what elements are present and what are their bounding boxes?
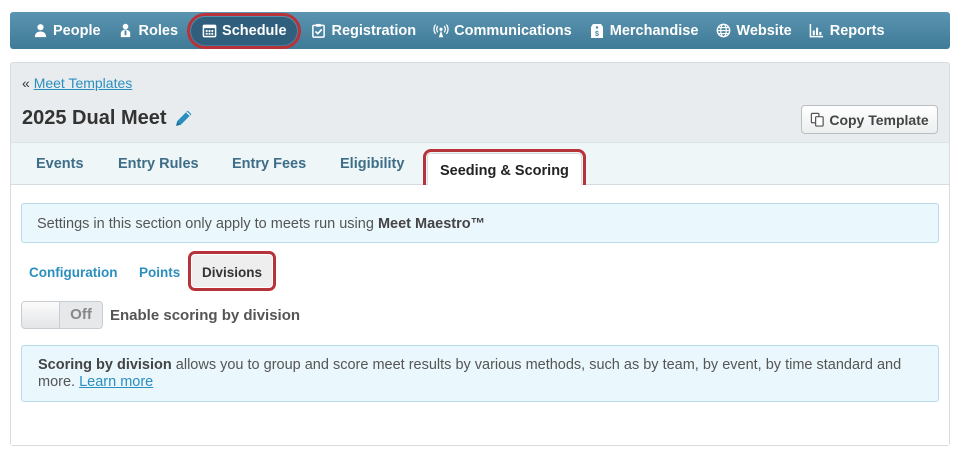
breadcrumb-link-meet-templates[interactable]: Meet Templates (34, 75, 133, 91)
tag-icon: $ (589, 23, 605, 39)
toggle-state: Off (60, 302, 102, 328)
nav-item-communications[interactable]: Communications (425, 17, 580, 45)
copy-template-button[interactable]: Copy Template (801, 105, 938, 134)
info-note-bold: Meet Maestro™ (377, 216, 486, 232)
nav-item-reports[interactable]: Reports (801, 17, 893, 45)
nav-item-label: Registration (331, 22, 417, 39)
clipboard-check-icon (311, 23, 327, 39)
nav-item-label: Website (736, 22, 792, 39)
nav-item-people[interactable]: People (24, 17, 109, 45)
tab-seeding-scoring[interactable]: Seeding & Scoring (423, 149, 586, 190)
tab-eligibility[interactable]: Eligibility (340, 156, 404, 172)
calendar-icon (201, 23, 217, 39)
template-tabs: Events Entry Rules Entry Fees Eligibilit… (11, 142, 949, 190)
toggle-knob (22, 302, 60, 328)
svg-text:$: $ (595, 31, 599, 38)
nav-item-label: Communications (454, 22, 572, 39)
nav-item-merchandise[interactable]: $ Merchandise (581, 17, 707, 45)
nav-item-website[interactable]: Website (707, 17, 799, 45)
nav-item-label: Roles (138, 22, 179, 39)
tab-events[interactable]: Events (36, 156, 84, 172)
info-note-text: Settings in this section only apply to m… (37, 216, 378, 232)
tab-entry-rules[interactable]: Entry Rules (118, 156, 199, 172)
subtab-divisions[interactable]: Divisions (187, 251, 277, 291)
copy-template-label: Copy Template (829, 111, 929, 128)
breadcrumb-prefix: « (22, 75, 30, 91)
meet-maestro-note: Settings in this section only apply to m… (21, 203, 939, 243)
subtab-points[interactable]: Points (139, 265, 180, 280)
pencil-icon[interactable] (173, 108, 194, 129)
nav-item-registration[interactable]: Registration (303, 17, 425, 45)
nav-item-label: Reports (829, 22, 885, 39)
template-panel: « Meet Templates 2025 Dual Meet Copy Tem… (10, 62, 950, 446)
roles-icon (118, 23, 134, 39)
tab-entry-fees[interactable]: Entry Fees (232, 156, 306, 172)
nav-item-label: Schedule (222, 22, 287, 39)
broadcast-icon (433, 23, 449, 39)
nav-item-label: People (53, 22, 101, 39)
page-title-text: 2025 Dual Meet (22, 107, 167, 129)
toggle-label: Enable scoring by division (110, 307, 301, 324)
page-title: 2025 Dual Meet (22, 107, 194, 130)
copy-icon (810, 112, 825, 127)
division-description-note: Scoring by division allows you to group … (21, 345, 939, 402)
scoring-by-division-toggle[interactable]: Off (21, 301, 103, 329)
nav-item-roles[interactable]: Roles (110, 17, 187, 45)
top-navigation-bar: People Roles Schedule Registration Commu… (10, 12, 950, 49)
learn-more-link[interactable]: Learn more (79, 374, 153, 390)
breadcrumb: « Meet Templates (22, 75, 132, 91)
nav-item-schedule[interactable]: Schedule (187, 12, 301, 49)
nav-item-label: Merchandise (609, 22, 699, 39)
globe-icon (715, 23, 731, 39)
bar-chart-icon (809, 23, 825, 39)
seeding-scoring-content: Settings in this section only apply to m… (11, 185, 949, 445)
description-bold: Scoring by division (38, 357, 172, 373)
subtab-configuration[interactable]: Configuration (29, 265, 117, 280)
person-icon (32, 23, 48, 39)
